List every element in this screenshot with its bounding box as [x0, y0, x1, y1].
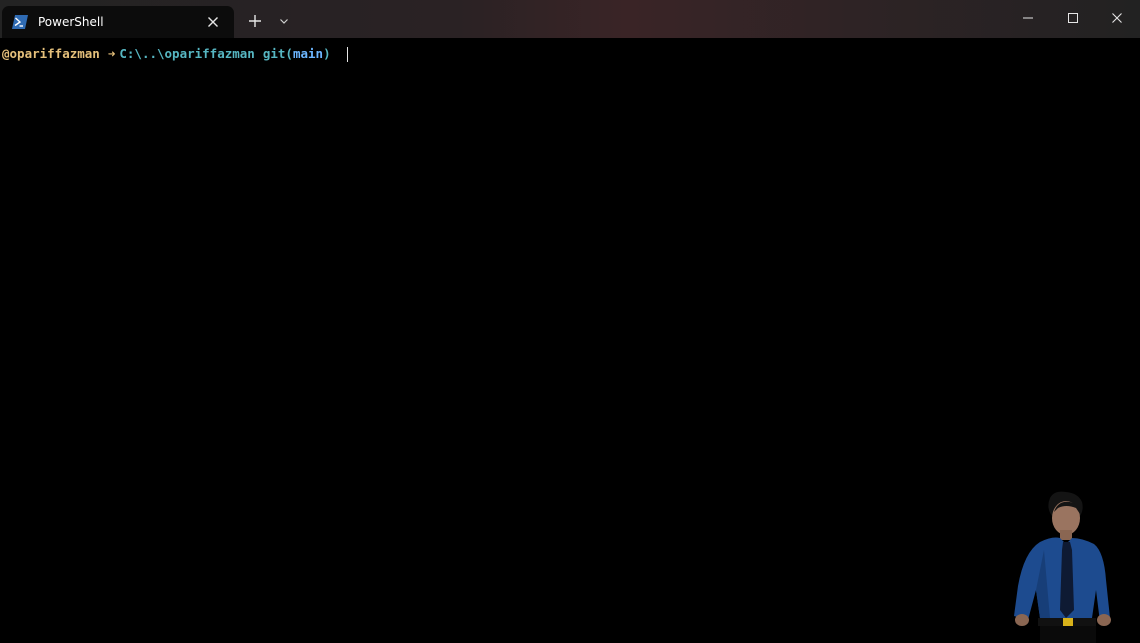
text-cursor: [346, 46, 348, 62]
powershell-icon: [12, 15, 28, 29]
chevron-down-icon: [280, 19, 288, 24]
tab-title: PowerShell: [38, 15, 104, 29]
prompt-path: C:\..\opariffazman: [119, 46, 255, 61]
prompt-branch: main: [292, 46, 324, 61]
tab-dropdown-button[interactable]: [271, 9, 297, 33]
prompt-arrow: ➜: [107, 46, 116, 61]
character-illustration: [1014, 491, 1111, 643]
title-bar[interactable]: PowerShell: [0, 0, 1140, 38]
prompt-user: @opariffazman: [2, 46, 100, 61]
tab-powershell[interactable]: PowerShell: [2, 6, 234, 38]
maximize-button[interactable]: [1050, 0, 1096, 36]
plus-icon: [249, 15, 261, 27]
close-icon[interactable]: [205, 14, 221, 30]
new-tab-button[interactable]: [240, 9, 270, 33]
prompt-line: @opariffazman ➜ C:\..\opariffazman git(m…: [2, 46, 348, 62]
close-icon: [1112, 13, 1122, 23]
maximize-icon: [1068, 13, 1078, 23]
minimize-icon: [1023, 17, 1033, 19]
prompt-git-prefix: git(: [262, 46, 293, 61]
close-window-button[interactable]: [1094, 0, 1140, 36]
terminal-window: PowerShell @opariffazman ➜ C:\..\opariff…: [0, 0, 1140, 643]
terminal-content[interactable]: @opariffazman ➜ C:\..\opariffazman git(m…: [0, 38, 1140, 643]
minimize-button[interactable]: [1005, 0, 1051, 36]
prompt-git-suffix: ): [323, 46, 331, 61]
